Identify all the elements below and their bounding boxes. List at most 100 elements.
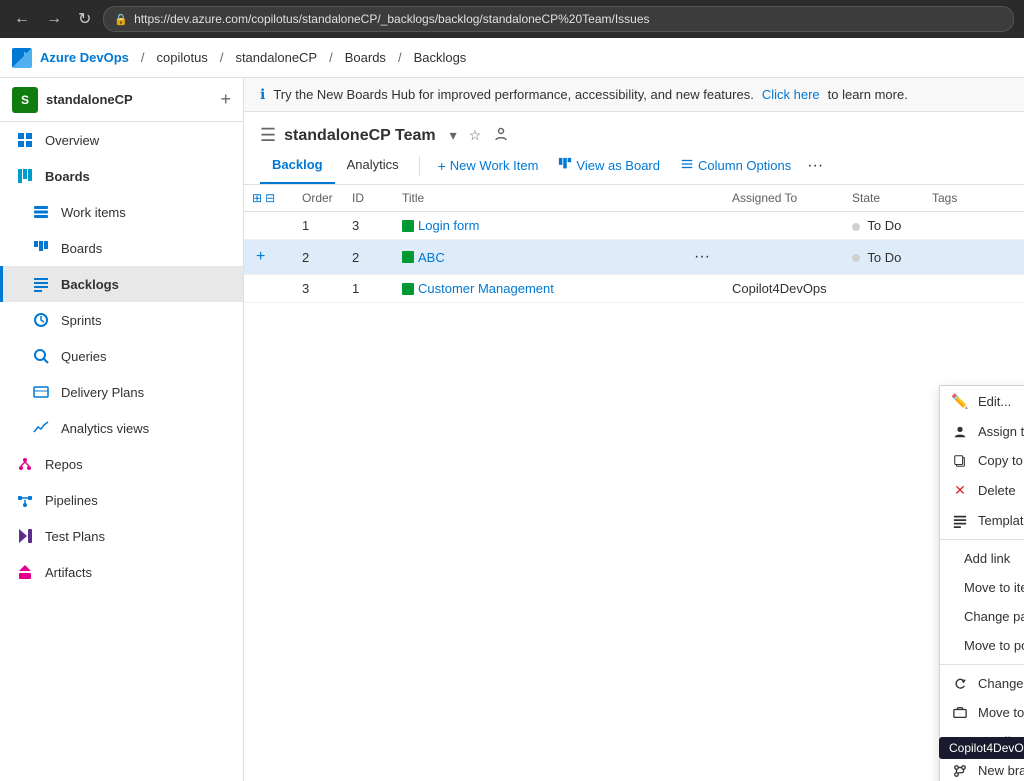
row1-assigned (724, 212, 844, 240)
ctx-edit-label: Edit... (978, 394, 1024, 409)
row2-expand[interactable]: + (244, 240, 294, 275)
ctx-move-position[interactable]: Move to position... (940, 631, 1024, 660)
sidebar-item-pipelines[interactable]: Pipelines (0, 482, 243, 518)
new-work-item-button[interactable]: + New Work Item (428, 150, 549, 182)
sidebar-item-overview[interactable]: Overview (0, 122, 243, 158)
work-item-link-1[interactable]: Login form (418, 218, 479, 233)
row3-assigned: Copilot4DevOps (724, 275, 844, 303)
page-header: ☰ standaloneCP Team ▾ ☆ (244, 112, 1024, 147)
sidebar-item-artifacts[interactable]: Artifacts (0, 554, 243, 590)
forward-button[interactable]: → (42, 6, 66, 32)
row2-state-label: To Do (867, 250, 901, 265)
column-options-label: Column Options (698, 158, 791, 173)
ctx-add-link[interactable]: Add link › (940, 544, 1024, 573)
tab-bar: Backlog Analytics + New Work Item View a… (244, 147, 1024, 185)
col-tags-header: Tags (924, 185, 1024, 212)
team-dropdown-button[interactable]: ▾ (448, 125, 459, 146)
sidebar-item-boards[interactable]: Boards (0, 230, 243, 266)
column-options-button[interactable]: Column Options (670, 149, 801, 182)
add-project-button[interactable]: + (220, 89, 231, 110)
section-link[interactable]: Boards (345, 50, 386, 65)
team-settings-button[interactable] (491, 124, 511, 147)
add-child-button-2[interactable]: + (252, 248, 269, 266)
change-type-icon (952, 677, 968, 691)
row2-ellipsis-button[interactable]: ··· (688, 246, 716, 268)
ctx-copy-clipboard[interactable]: Copy to clipboard (940, 446, 1024, 475)
ctx-assign-to[interactable]: Assign to › (940, 417, 1024, 446)
boards-header-label: Boards (45, 169, 90, 184)
edit-icon: ✏️ (952, 393, 968, 410)
ctx-move-iteration[interactable]: Move to iteration › (940, 573, 1024, 602)
col-order-header: Order (294, 185, 344, 212)
org-link[interactable]: copilotus (157, 50, 208, 65)
sidebar-item-analytics-views[interactable]: Analytics views (0, 410, 243, 446)
project-link[interactable]: standaloneCP (235, 50, 317, 65)
expand-all-icon[interactable]: ⊞ (252, 191, 262, 205)
row1-order: 1 (294, 212, 344, 240)
repos-icon (15, 454, 35, 474)
col-actions-header (680, 185, 724, 212)
row3-title[interactable]: Customer Management (394, 275, 680, 303)
refresh-button[interactable]: ↻ (74, 5, 95, 33)
click-here-link[interactable]: Click here (762, 87, 820, 102)
tab-backlog[interactable]: Backlog (260, 147, 335, 184)
analytics-views-icon (31, 418, 51, 438)
ctx-move-team-project[interactable]: Move to team project... (940, 698, 1024, 727)
favorite-button[interactable]: ☆ (467, 125, 484, 146)
work-item-icon-3 (402, 283, 414, 295)
app-name[interactable]: Azure DevOps (40, 50, 129, 65)
row3-id: 1 (344, 275, 394, 303)
ctx-move-team-project-label: Move to team project... (978, 705, 1024, 720)
artifacts-icon (15, 562, 35, 582)
main-content: ℹ Try the New Boards Hub for improved pe… (244, 78, 1024, 781)
back-button[interactable]: ← (10, 6, 34, 32)
work-item-icon-1 (402, 220, 414, 232)
lock-icon: 🔒 (114, 13, 128, 26)
tab-analytics[interactable]: Analytics (335, 147, 411, 184)
table-row: 3 1 Customer Management Copilot4DevOps (244, 275, 1024, 303)
move-team-project-icon (952, 706, 968, 720)
row2-state: To Do (844, 240, 924, 275)
table-header-row: ⊞ ⊟ Order ID Title Assigned To State Tag… (244, 185, 1024, 212)
url-text: https://dev.azure.com/copilotus/standalo… (134, 12, 649, 26)
row1-actions (680, 212, 724, 240)
ctx-change-type[interactable]: Change type... (940, 669, 1024, 698)
backlog-area[interactable]: ⊞ ⊟ Order ID Title Assigned To State Tag… (244, 185, 1024, 781)
sidebar-item-boards-header[interactable]: Boards (0, 158, 243, 194)
ctx-copy-label: Copy to clipboard (978, 453, 1024, 468)
address-bar[interactable]: 🔒 https://dev.azure.com/copilotus/standa… (103, 6, 1014, 32)
row2-order: 2 (294, 240, 344, 275)
tooltip-popup: Copilot4DevOps (939, 737, 1024, 759)
ctx-templates[interactable]: Templates › (940, 506, 1024, 535)
ctx-new-branch[interactable]: New branch... (940, 756, 1024, 781)
assign-to-icon (952, 425, 968, 439)
sidebar-item-work-items[interactable]: Work items (0, 194, 243, 230)
row1-title[interactable]: Login form (394, 212, 680, 240)
ctx-delete-label: Delete (978, 483, 1024, 498)
state-dot-2 (852, 254, 860, 262)
row2-actions[interactable]: ··· (680, 240, 724, 275)
sidebar-item-test-plans[interactable]: Test Plans (0, 518, 243, 554)
row2-title[interactable]: ABC (394, 240, 680, 275)
sidebar-item-sprints[interactable]: Sprints (0, 302, 243, 338)
context-menu: ✏️ Edit... Assign to › Copy to clipb (939, 385, 1024, 781)
ctx-edit[interactable]: ✏️ Edit... (940, 386, 1024, 417)
backlogs-label: Backlogs (61, 277, 119, 292)
sprints-icon (31, 310, 51, 330)
sidebar-header: S standaloneCP + (0, 78, 243, 122)
ctx-change-parent[interactable]: Change parent... (940, 602, 1024, 631)
sidebar-item-repos[interactable]: Repos (0, 446, 243, 482)
pipelines-icon (15, 490, 35, 510)
ctx-delete[interactable]: ✕ Delete (940, 475, 1024, 506)
sidebar-item-delivery-plans[interactable]: Delivery Plans (0, 374, 243, 410)
work-item-link-2[interactable]: ABC (418, 250, 445, 265)
artifacts-label: Artifacts (45, 565, 92, 580)
project-name[interactable]: standaloneCP (46, 92, 212, 107)
repos-label: Repos (45, 457, 83, 472)
sidebar-item-backlogs[interactable]: Backlogs (0, 266, 243, 302)
collapse-all-icon[interactable]: ⊟ (265, 191, 275, 205)
view-as-board-button[interactable]: View as Board (548, 149, 670, 182)
sidebar-item-queries[interactable]: Queries (0, 338, 243, 374)
work-item-link-3[interactable]: Customer Management (418, 281, 554, 296)
more-options-button[interactable]: ··· (801, 151, 829, 181)
